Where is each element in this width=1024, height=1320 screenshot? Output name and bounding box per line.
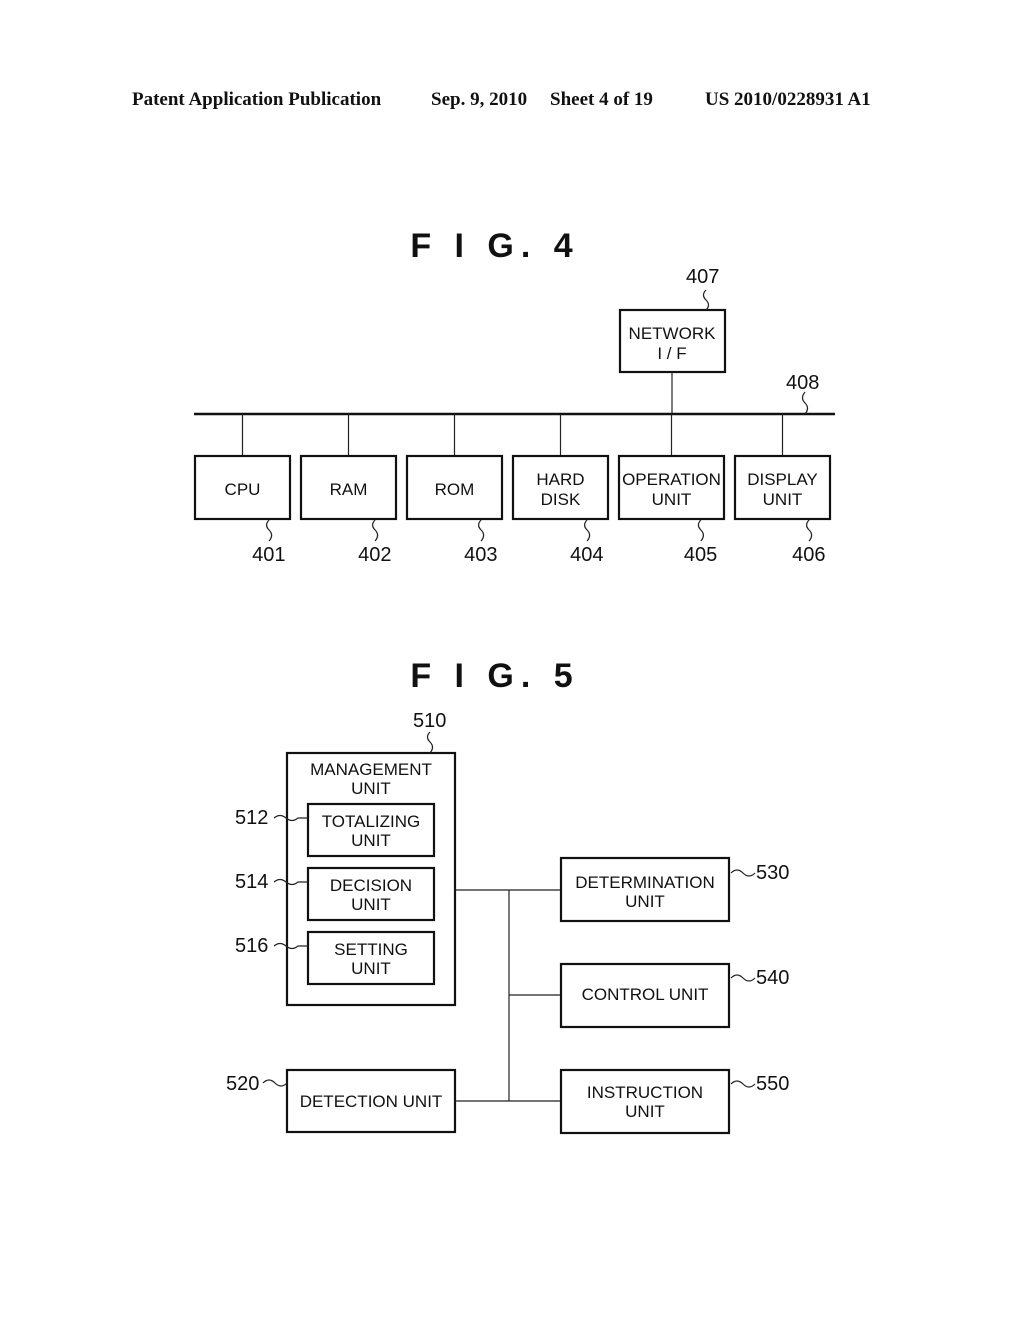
unit-label: CPU	[225, 480, 261, 499]
patent-figures: F I G. 4 NETWORK I / F 407 408 CPU 401 RAM…	[193, 227, 835, 1135]
unit-label-1: HARD	[536, 470, 584, 489]
ref-leader	[266, 519, 273, 542]
fig4-title: F I G. 4	[410, 227, 579, 265]
unit-label: RAM	[330, 480, 368, 499]
ref-leader-550	[730, 1080, 756, 1088]
sub-unit-label-1: SETTING	[334, 940, 408, 959]
unit-block: CPU 401	[193, 414, 292, 566]
ref-number: 401	[252, 544, 285, 566]
network-if-block: NETWORK I / F 407	[618, 266, 727, 414]
instruction-unit-label-1: INSTRUCTION	[587, 1083, 703, 1102]
management-unit-label-1: MANAGEMENT	[310, 760, 432, 779]
ref-408: 408	[786, 372, 819, 394]
sub-unit-label-2: UNIT	[351, 895, 391, 914]
unit-label-2: DISK	[541, 490, 581, 509]
ref-number: 404	[570, 544, 603, 566]
management-sub-units: TOTALIZINGUNIT512DECISIONUNIT514SETTINGU…	[235, 802, 436, 986]
control-unit-label: CONTROL UNIT	[582, 985, 709, 1004]
sub-unit-block: SETTINGUNIT 516	[235, 930, 436, 986]
ref-407: 407	[686, 266, 719, 288]
ref-leader	[478, 519, 485, 542]
unit-block: RAM 402	[299, 414, 398, 566]
ref-number: 403	[464, 544, 497, 566]
sub-unit-label-1: TOTALIZING	[322, 812, 421, 831]
sub-unit-label-2: UNIT	[351, 831, 391, 850]
sub-unit-label-2: UNIT	[351, 959, 391, 978]
fig5-title: F I G. 5	[410, 657, 579, 695]
ref-520: 520	[226, 1073, 259, 1095]
ref-510: 510	[413, 710, 446, 732]
ref-leader-510	[426, 731, 434, 754]
ref-leader-408	[801, 391, 809, 415]
management-unit-label-2: UNIT	[351, 779, 391, 798]
ref-leader-540	[730, 974, 756, 982]
ref-number: 406	[792, 544, 825, 566]
ref-leader-520	[262, 1079, 288, 1087]
unit-block: OPERATIONUNIT 405	[617, 414, 726, 566]
sub-unit-block: DECISIONUNIT 514	[235, 866, 436, 922]
network-if-label-2: I / F	[657, 344, 686, 363]
unit-label-1: OPERATION	[622, 470, 721, 489]
unit-block: DISPLAYUNIT 406	[733, 414, 832, 566]
unit-block: ROM 403	[405, 414, 504, 566]
ref-leader	[806, 519, 813, 542]
determination-unit-label-2: UNIT	[625, 892, 665, 911]
ref-number: 514	[235, 871, 268, 893]
ref-number: 512	[235, 807, 268, 829]
unit-label-1: DISPLAY	[747, 470, 818, 489]
sub-unit-block: TOTALIZINGUNIT 512	[235, 802, 436, 858]
determination-unit-label-1: DETERMINATION	[575, 873, 714, 892]
ref-leader	[372, 519, 379, 542]
unit-label-2: UNIT	[763, 490, 803, 509]
fig4-unit-row: CPU401RAM402ROM403HARDDISK404OPERATIONUN…	[193, 414, 832, 566]
instruction-unit-block: INSTRUCTION UNIT 550	[559, 1068, 789, 1135]
sub-unit-label-1: DECISION	[330, 876, 412, 895]
ref-number: 402	[358, 544, 391, 566]
determination-unit-block: DETERMINATION UNIT 530	[559, 856, 789, 923]
unit-label-2: UNIT	[652, 490, 692, 509]
ref-leader-407	[702, 289, 710, 311]
ref-number: 516	[235, 935, 268, 957]
detection-unit-block: DETECTION UNIT 520	[226, 1068, 457, 1134]
ref-540: 540	[756, 967, 789, 989]
ref-leader	[584, 519, 591, 542]
network-if-label-1: NETWORK	[629, 324, 717, 343]
ref-number: 405	[684, 544, 717, 566]
ref-530: 530	[756, 862, 789, 884]
ref-550: 550	[756, 1073, 789, 1095]
instruction-unit-label-2: UNIT	[625, 1102, 665, 1121]
ref-leader	[697, 519, 704, 542]
detection-unit-label: DETECTION UNIT	[300, 1092, 443, 1111]
unit-label: ROM	[435, 480, 475, 499]
ref-leader-530	[730, 869, 756, 877]
unit-block: HARDDISK 404	[511, 414, 610, 566]
control-unit-block: CONTROL UNIT 540	[559, 962, 789, 1029]
